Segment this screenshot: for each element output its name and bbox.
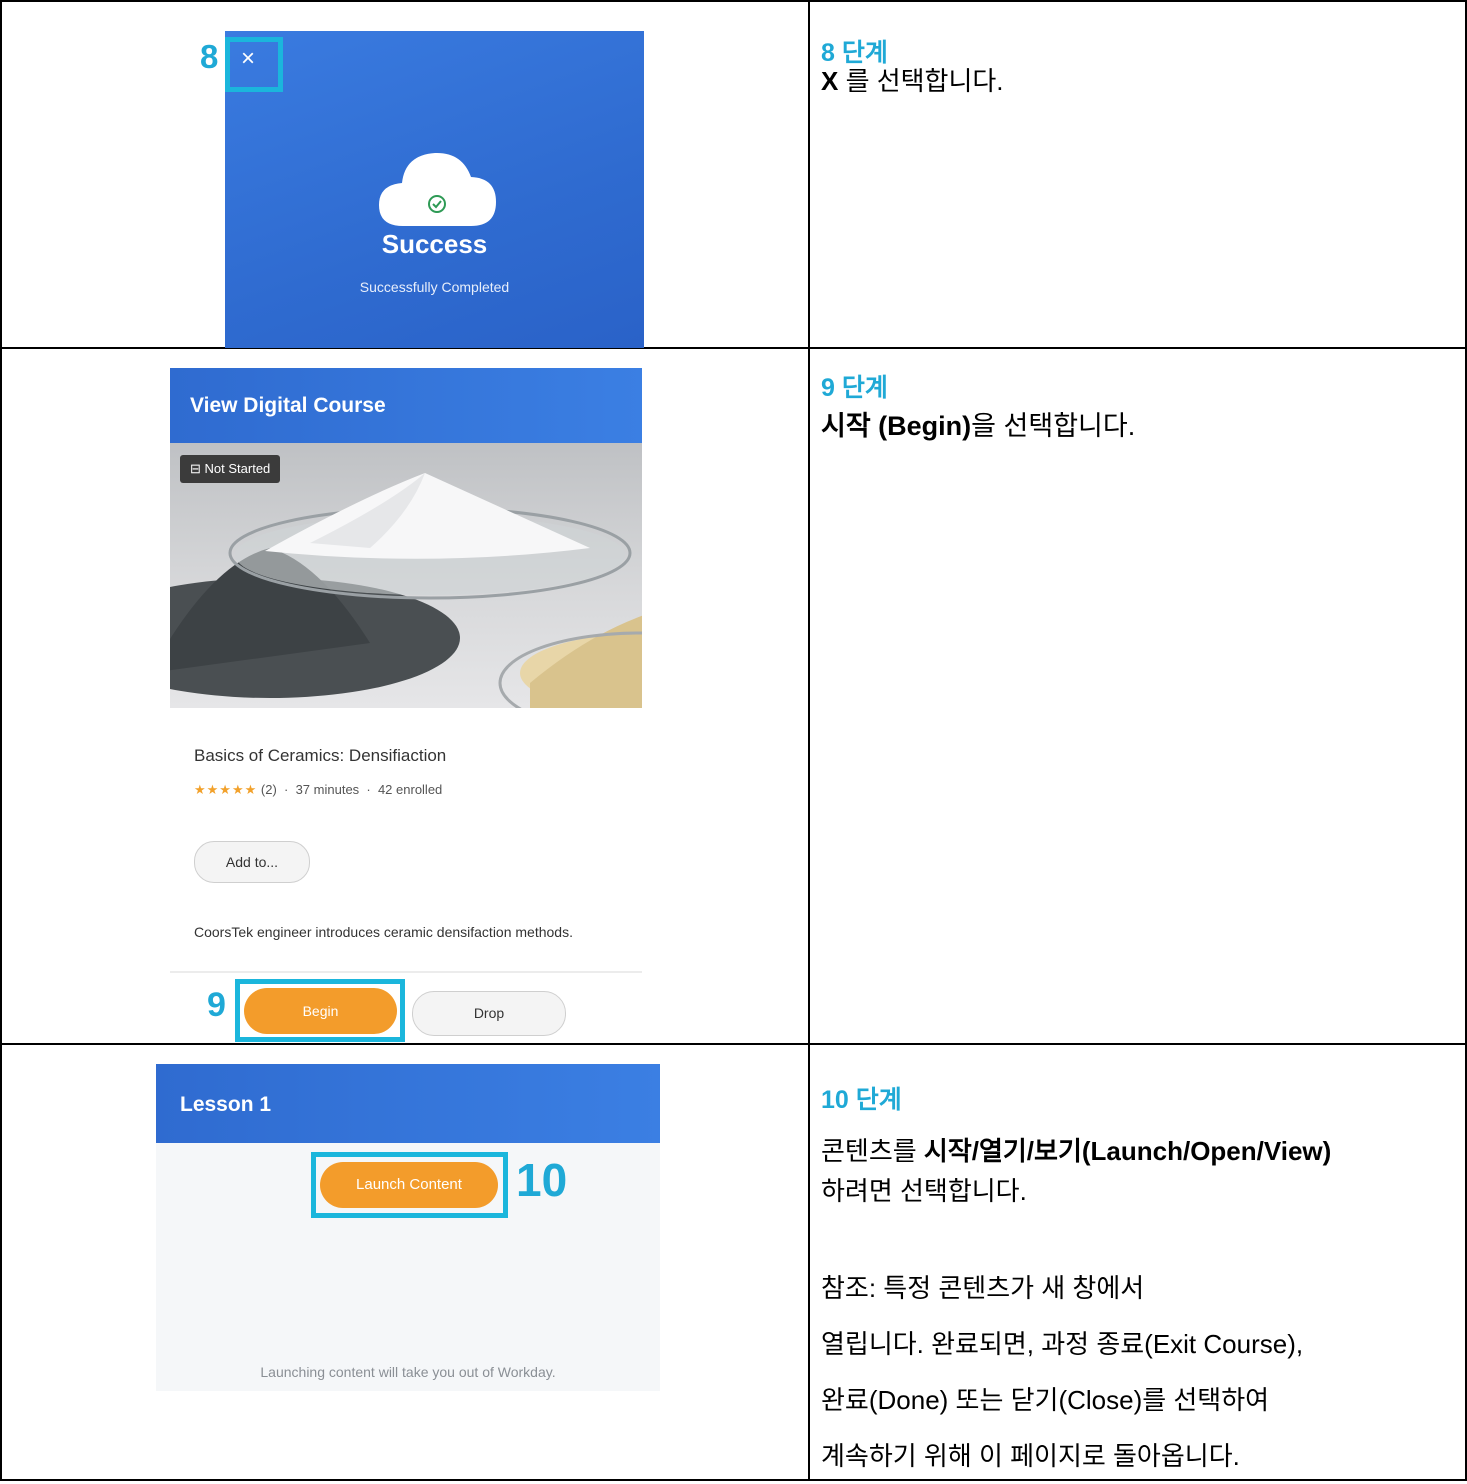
column-divider bbox=[808, 0, 810, 1481]
status-badge-label: Not Started bbox=[204, 461, 271, 476]
row-divider bbox=[0, 1043, 1467, 1045]
course-header: View Digital Course bbox=[170, 368, 642, 443]
note-line: 계속하기 위해 이 페이지로 돌아옵니다. bbox=[821, 1441, 1240, 1471]
course-enrolled: 42 enrolled bbox=[377, 782, 443, 797]
success-subtitle: Successfully Completed bbox=[359, 279, 510, 295]
step-title: 10 단계 bbox=[821, 1086, 902, 1114]
launch-note: Launching content will take you out of W… bbox=[260, 1364, 556, 1380]
course-duration: 37 minutes bbox=[295, 782, 360, 797]
note-line: 완료(Done) 또는 닫기(Close)를 선택하여 bbox=[821, 1385, 1270, 1415]
callout-number: 9 bbox=[207, 986, 226, 1024]
step-rest: 을 선택합니다. bbox=[971, 411, 1136, 441]
step-note: 참조: 특정 콘텐츠가 새 창에서 열립니다. 완료되면, 과정 종료(Exit… bbox=[821, 1260, 1461, 1484]
table-border-top bbox=[0, 0, 1467, 2]
course-title: Basics of Ceramics: Densifiaction bbox=[194, 746, 447, 765]
lesson-panel: Lesson 1 Launching content will take you… bbox=[156, 1064, 660, 1391]
panel-footer-divider bbox=[170, 971, 642, 973]
success-title: Success bbox=[381, 229, 488, 259]
highlight-box bbox=[235, 979, 405, 1042]
step-instruction: 시작 (Begin)을 선택합니다. bbox=[821, 410, 1135, 442]
rating-count: (2) bbox=[260, 782, 277, 797]
step-rest: 하려면 선택합니다. bbox=[821, 1176, 1027, 1206]
course-description: CoorsTek engineer introduces ceramic den… bbox=[194, 924, 573, 940]
table-border-left bbox=[0, 0, 2, 1481]
cloud-success-icon bbox=[379, 152, 496, 226]
step-bold: 시작 (Begin) bbox=[821, 411, 972, 441]
note-line: 참조: 특정 콘텐츠가 새 창에서 bbox=[821, 1273, 1145, 1303]
step-instruction: X 를 선택합니다. bbox=[821, 66, 1004, 97]
lesson-header: Lesson 1 bbox=[156, 1064, 660, 1143]
success-dialog: × Success Successfully Completed bbox=[225, 31, 644, 348]
lesson-header-title: Lesson 1 bbox=[180, 1093, 272, 1116]
step-title: 8 단계 bbox=[821, 39, 888, 67]
rating-stars: ★★★★★ bbox=[194, 782, 258, 797]
note-line: 열립니다. 완료되면, 과정 종료(Exit Course), bbox=[821, 1329, 1304, 1359]
step-rest: 를 선택합니다. bbox=[838, 66, 1004, 96]
course-image: ⊟ Not Started bbox=[170, 443, 642, 708]
row-divider bbox=[0, 347, 1467, 349]
step-instruction: 콘텐츠를 시작/열기/보기(Launch/Open/View) 하려면 선택합니다… bbox=[821, 1131, 1451, 1211]
step-bold: 시작/열기/보기(Launch/Open/View) bbox=[923, 1136, 1332, 1166]
status-badge: ⊟ Not Started bbox=[180, 455, 281, 483]
course-meta: ★★★★★ (2) · 37 minutes · 42 enrolled bbox=[194, 782, 443, 797]
step-bold: X bbox=[821, 66, 839, 96]
callout-number: 10 bbox=[516, 1154, 568, 1206]
course-header-title: View Digital Course bbox=[190, 394, 386, 417]
badge-icon: ⊟ bbox=[190, 461, 201, 476]
highlight-box bbox=[311, 1152, 508, 1218]
step-prefix: 콘텐츠를 bbox=[821, 1136, 924, 1166]
callout-number: 8 bbox=[200, 38, 219, 75]
step-title: 9 단계 bbox=[821, 374, 888, 402]
course-panel: View Digital Course ⊟ Not Started Basics… bbox=[170, 368, 642, 973]
add-to-button[interactable]: Add to... bbox=[194, 841, 310, 883]
drop-button[interactable]: Drop bbox=[412, 991, 566, 1036]
highlight-box bbox=[225, 37, 283, 92]
